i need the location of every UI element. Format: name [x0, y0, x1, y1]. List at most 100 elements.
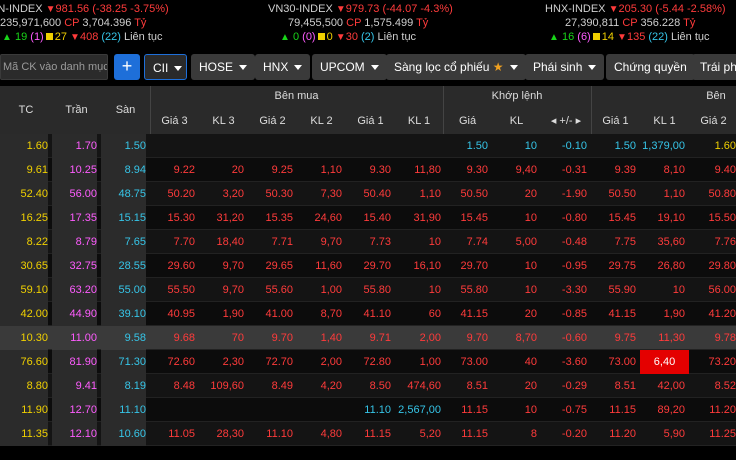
header-buy-vol2[interactable]: KL 2: [297, 108, 346, 134]
table-row[interactable]: 76.60 81.90 71.30 72.60 2,30 72.70 2,00 72.80 1,…: [0, 350, 736, 374]
header-buy-price2[interactable]: Giá 2: [248, 108, 297, 134]
buy-price-3: 8.48: [173, 380, 195, 392]
match-price: 11.15: [461, 404, 488, 416]
match-vol: 10: [524, 404, 537, 416]
header-buy-price3[interactable]: Giá 3: [150, 108, 199, 134]
table-row[interactable]: 30.65 32.75 28.55 29.60 9,70 29.65 11,60 29.70 1…: [0, 254, 736, 278]
match-change: -0.85: [561, 308, 587, 320]
match-change: -3.60: [561, 356, 587, 368]
stock-filter-dropdown[interactable]: Sàng lọc cổ phiếu ★: [386, 54, 526, 80]
floor-price: 39.10: [101, 302, 146, 326]
buy-vol-2: 9,70: [320, 236, 342, 248]
floor-price: 55.00: [101, 278, 146, 302]
buy-vol-2: 1,40: [320, 332, 342, 344]
caret-left-icon[interactable]: ◂: [551, 115, 557, 127]
exchange-hose-dropdown[interactable]: HOSE: [191, 54, 256, 80]
exchange-upcom-dropdown[interactable]: UPCOM: [312, 54, 387, 80]
table-row[interactable]: 11.35 12.10 10.60 11.05 28,30 11.10 4,80 11.15 5…: [0, 422, 736, 446]
buy-price-2: 41.00: [265, 308, 293, 320]
table-row[interactable]: 10.30 11.00 9.58 9.68 70 9.70 1,40 9.71 2,00 9.70…: [0, 326, 736, 350]
match-price: 73.00: [460, 356, 488, 368]
buy-vol-1: 10: [428, 284, 441, 296]
header-buy-price1[interactable]: Giá 1: [346, 108, 395, 134]
ref-price: 16.25: [0, 206, 48, 230]
buy-vol-2: [297, 134, 342, 158]
bonds-button[interactable]: Trái ph: [692, 54, 736, 80]
match-price: 41.15: [460, 308, 488, 320]
cp-value: 1,575.499: [364, 17, 414, 29]
match-price: 1.50: [466, 140, 488, 152]
table-row[interactable]: 52.40 56.00 48.75 50.20 3,20 50.30 7,30 50.40 1,…: [0, 182, 736, 206]
match-vol: 10: [524, 260, 537, 272]
index-block-vn30[interactable]: VN30-INDEX ▼979.73 (-44.07 -4.3%) 79,455…: [266, 0, 516, 48]
add-button[interactable]: +: [114, 54, 140, 80]
buy-vol-3: [199, 398, 244, 422]
index-bar: VN-INDEX ▼981.56 (-38.25 -3.75%) 235,971…: [0, 0, 736, 48]
sell-price-1: 55.90: [608, 284, 636, 296]
up-count: 19: [14, 31, 28, 43]
ref-price: 11.35: [0, 422, 48, 446]
index-block-hnx[interactable]: HNX-INDEX ▼205.30 (-5.44 -2.58%) 27,390,…: [543, 0, 736, 48]
warrants-button[interactable]: Chứng quyền: [606, 54, 695, 80]
header-tc[interactable]: TC: [0, 86, 52, 134]
table-row[interactable]: 16.25 17.35 15.15 15.30 31,20 15.35 24,60 15.40…: [0, 206, 736, 230]
sell-price-2: 15.50: [708, 212, 736, 224]
match-change: -0.31: [561, 164, 587, 176]
sell-vol-1: 19,10: [657, 212, 685, 224]
header-san[interactable]: Sàn: [101, 86, 150, 134]
table-row[interactable]: 8.80 9.41 8.19 8.48 109,60 8.49 4,20 8.50 474,60…: [0, 374, 736, 398]
table-row[interactable]: 8.22 8.79 7.65 7.70 18,40 7.71 9,70 7.73 10 7.74 5…: [0, 230, 736, 254]
header-match-change[interactable]: ◂ +/- ▸: [541, 108, 591, 134]
exchange-hnx-dropdown[interactable]: HNX: [255, 54, 311, 80]
buy-vol-2: 4,80: [320, 428, 342, 440]
unit-label: Tỷ: [134, 17, 147, 29]
sell-price-1: 1.50: [614, 140, 636, 152]
buy-vol-1: 16,10: [413, 260, 441, 272]
header-buy-group: Bên mua: [274, 90, 319, 102]
ceiling-price: 81.90: [52, 350, 97, 374]
down-count: 30: [345, 31, 358, 43]
floor-count: (22): [648, 31, 668, 43]
table-row[interactable]: 59.10 63.20 55.00 55.50 9,70 55.60 1,00 55.80 10…: [0, 278, 736, 302]
sell-price-1: 50.50: [608, 188, 636, 200]
watchlist-dropdown[interactable]: CII: [144, 54, 187, 80]
buy-vol-1: 60: [428, 308, 441, 320]
table-row[interactable]: 11.90 12.70 11.10 11.10 2,567,00 11.15 10 -0.75…: [0, 398, 736, 422]
index-change: (-5.44 -2.58%): [655, 3, 726, 15]
buy-price-3: 72.60: [167, 356, 195, 368]
price-board-header: TC Trần Sàn Bên mua Khớp lệnh Bên Giá 3 …: [0, 86, 736, 134]
search-input[interactable]: [0, 54, 108, 80]
buy-vol-2: 24,60: [314, 212, 342, 224]
header-sell-price1[interactable]: Giá 1: [591, 108, 640, 134]
buy-price-1: [346, 134, 391, 158]
table-row[interactable]: 1.60 1.70 1.50 1.50 10 -0.10 1.50 1,379,00 1.60: [0, 134, 736, 158]
header-buy-vol3[interactable]: KL 3: [199, 108, 248, 134]
cp-value: 356.228: [640, 17, 681, 29]
header-match-price[interactable]: Giá: [443, 108, 492, 134]
index-block-vnindex[interactable]: VN-INDEX ▼981.56 (-38.25 -3.75%) 235,971…: [0, 0, 260, 48]
header-buy-vol1[interactable]: KL 1: [395, 108, 443, 134]
header-match-vol[interactable]: KL: [492, 108, 541, 134]
header-sell-price2[interactable]: Giá 2: [689, 108, 736, 134]
divider: [443, 86, 444, 134]
buy-price-3: 55.50: [167, 284, 195, 296]
header-sell-vol1[interactable]: KL 1: [640, 108, 689, 134]
derivatives-dropdown[interactable]: Phái sinh: [525, 54, 605, 80]
arrow-down-icon: ▼: [335, 32, 346, 43]
caret-right-icon[interactable]: ▸: [576, 115, 582, 127]
match-change: -1.90: [561, 188, 587, 200]
buy-price-2: 8.49: [271, 380, 293, 392]
sell-vol-1: 5,90: [663, 428, 685, 440]
buy-price-1: 50.40: [363, 188, 391, 200]
buy-price-2: 72.70: [265, 356, 293, 368]
unit-label: Tỷ: [683, 17, 696, 29]
buy-vol-3: 31,20: [216, 212, 244, 224]
table-row[interactable]: 9.61 10.25 8.94 9.22 20 9.25 1,10 9.30 11,80 9.30…: [0, 158, 736, 182]
sell-vol-1: 8,10: [663, 164, 685, 176]
table-row[interactable]: 42.00 44.90 39.10 40.95 1,90 41.00 8,70 41.10 60…: [0, 302, 736, 326]
cp-label: CP: [346, 17, 362, 29]
chevron-down-icon: [588, 65, 597, 71]
match-vol: 8,70: [515, 332, 537, 344]
header-tran[interactable]: Trần: [52, 86, 101, 134]
sell-price-1: 15.45: [608, 212, 636, 224]
